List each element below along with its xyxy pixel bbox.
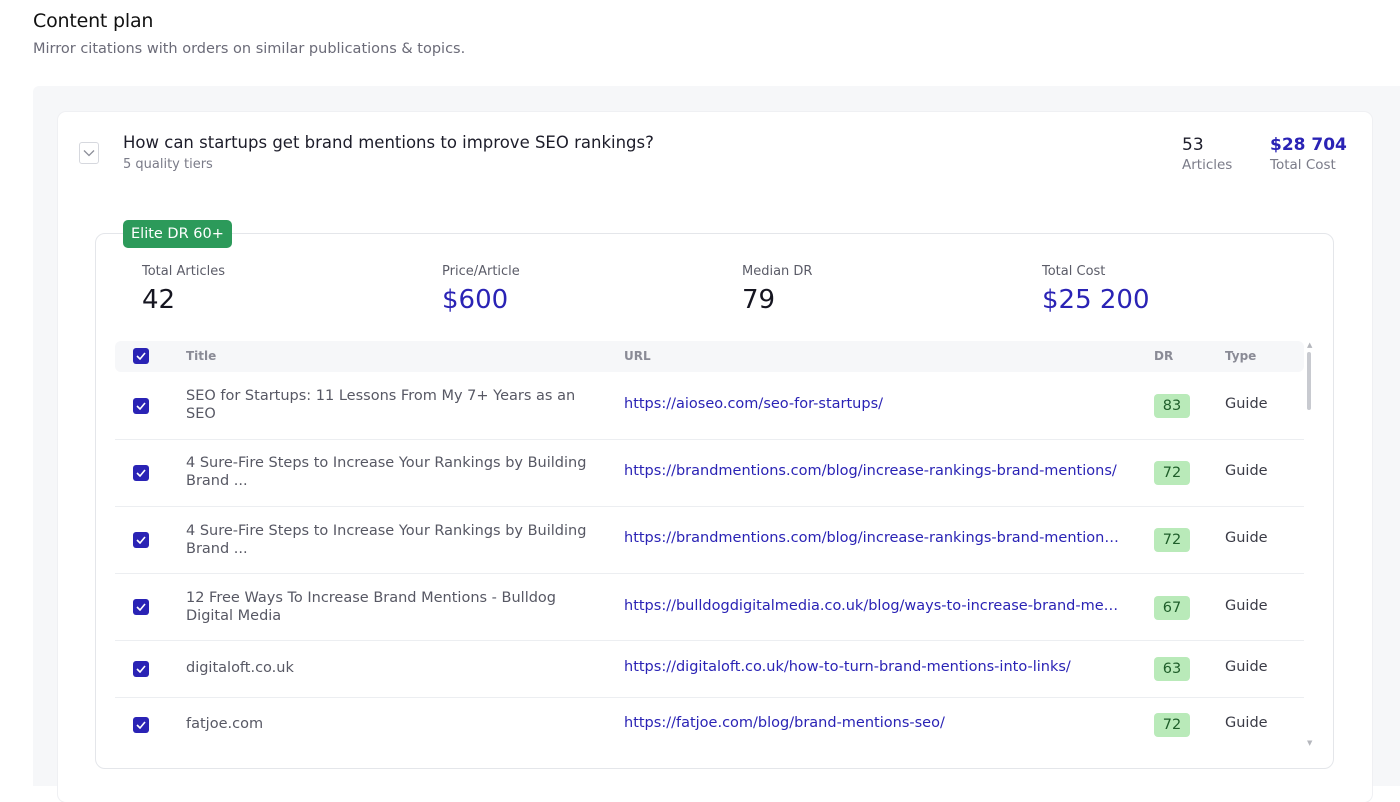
tier-badge: Elite DR 60+ <box>123 220 232 248</box>
tier-stat-value: 42 <box>142 285 176 315</box>
row-checkbox[interactable] <box>133 717 149 733</box>
row-divider <box>115 697 1304 698</box>
row-divider <box>115 439 1304 440</box>
row-divider <box>115 506 1304 507</box>
row-title: 12 Free Ways To Increase Brand Mentions … <box>186 590 556 624</box>
question-title: How can startups get brand mentions to i… <box>123 133 654 152</box>
scroll-down-arrow[interactable]: ▼ <box>1307 739 1312 747</box>
dr-badge: 67 <box>1154 596 1190 620</box>
tier-stat-label: Total Articles <box>142 264 225 279</box>
row-title: 4 Sure-Fire Steps to Increase Your Ranki… <box>186 523 587 557</box>
row-checkbox[interactable] <box>133 599 149 615</box>
collapse-button[interactable] <box>79 142 99 164</box>
row-title: fatjoe.com <box>186 716 264 732</box>
row-type: Guide <box>1225 463 1268 479</box>
tier-stat-value: $600 <box>442 285 509 315</box>
row-type: Guide <box>1225 396 1268 412</box>
row-url-link[interactable]: https://digitaloft.co.uk/how-to-turn-bra… <box>624 659 1124 675</box>
check-icon <box>136 721 146 729</box>
check-icon <box>136 665 146 673</box>
scrollbar-thumb[interactable] <box>1307 352 1311 410</box>
row-title: SEO for Startups: 11 Lessons From My 7+ … <box>186 388 576 422</box>
articles-label: Articles <box>1182 157 1233 173</box>
column-header-dr[interactable]: DR <box>1154 349 1173 363</box>
dr-badge: 72 <box>1154 713 1190 737</box>
column-header-title[interactable]: Title <box>186 349 216 363</box>
row-url-link[interactable]: https://bulldogdigitalmedia.co.uk/blog/w… <box>624 598 1124 614</box>
check-icon <box>136 469 146 477</box>
row-divider <box>115 640 1304 641</box>
row-type: Guide <box>1225 530 1268 546</box>
scroll-up-arrow[interactable]: ▲ <box>1307 341 1312 349</box>
row-divider <box>115 573 1304 574</box>
dr-badge: 63 <box>1154 657 1190 681</box>
tier-stat-label: Median DR <box>742 264 813 279</box>
question-subtitle: 5 quality tiers <box>123 157 213 172</box>
row-title: digitaloft.co.uk <box>186 660 294 676</box>
chevron-down-icon <box>83 150 95 157</box>
dr-badge: 72 <box>1154 528 1190 552</box>
row-url-link[interactable]: https://brandmentions.com/blog/increase-… <box>624 463 1124 479</box>
check-icon <box>136 352 146 360</box>
tier-stat-median-dr: Median DR 79 <box>742 264 812 315</box>
tier-stat-label: Total Cost <box>1042 264 1106 279</box>
select-all-checkbox[interactable] <box>133 348 149 364</box>
dr-badge: 72 <box>1154 461 1190 485</box>
row-checkbox[interactable] <box>133 661 149 677</box>
tier-stat-price-per-article: Price/Article $600 <box>442 264 520 315</box>
row-type: Guide <box>1225 598 1268 614</box>
tier-stat-label: Price/Article <box>442 264 520 279</box>
row-url-link[interactable]: https://fatjoe.com/blog/brand-mentions-s… <box>624 715 1124 731</box>
articles-stat: 53 Articles <box>1182 135 1232 173</box>
check-icon <box>136 536 146 544</box>
tier-stat-value: 79 <box>742 285 776 315</box>
row-type: Guide <box>1225 715 1268 731</box>
row-checkbox[interactable] <box>133 532 149 548</box>
dr-badge: 83 <box>1154 394 1190 418</box>
tier-stat-total-cost: Total Cost $25 200 <box>1042 264 1150 315</box>
articles-count: 53 <box>1182 135 1204 155</box>
tier-stat-value: $25 200 <box>1042 285 1150 315</box>
page-subtitle: Mirror citations with orders on similar … <box>33 41 466 57</box>
total-cost-label: Total Cost <box>1270 157 1336 173</box>
column-header-url[interactable]: URL <box>624 349 651 363</box>
row-url-link[interactable]: https://aioseo.com/seo-for-startups/ <box>624 396 1124 412</box>
total-cost-value: $28 704 <box>1270 135 1347 155</box>
row-type: Guide <box>1225 659 1268 675</box>
column-header-type[interactable]: Type <box>1225 349 1256 363</box>
row-title: 4 Sure-Fire Steps to Increase Your Ranki… <box>186 455 587 489</box>
check-icon <box>136 603 146 611</box>
table-header <box>115 341 1304 372</box>
row-checkbox[interactable] <box>133 398 149 414</box>
tier-stat-total-articles: Total Articles 42 <box>142 264 225 315</box>
row-url-link[interactable]: https://brandmentions.com/blog/increase-… <box>624 530 1124 546</box>
page-title: Content plan <box>33 10 154 32</box>
check-icon <box>136 402 146 410</box>
total-cost-stat: $28 704 Total Cost <box>1270 135 1347 173</box>
row-checkbox[interactable] <box>133 465 149 481</box>
